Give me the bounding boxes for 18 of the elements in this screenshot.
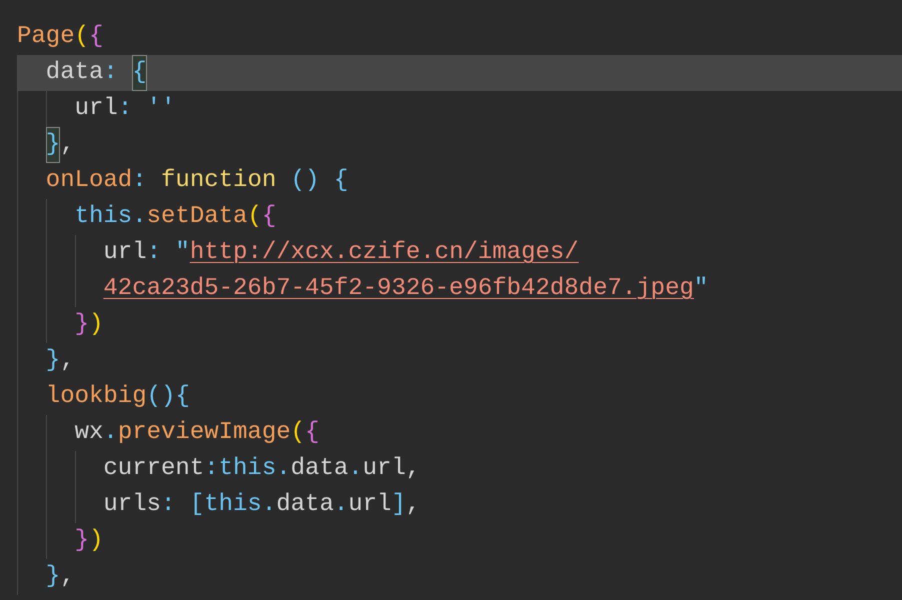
code-line: Page({ (17, 22, 104, 52)
code-text: data: (46, 58, 119, 88)
code-line: onLoad: function () { (46, 166, 348, 196)
matched-bracket: { (132, 55, 147, 91)
code-line: url: '' (74, 94, 176, 124)
code-line: }, (46, 346, 75, 376)
code-line: this.setData({ (74, 202, 276, 232)
code-line: 42ca23d5-26b7-45f2-9326-e96fb42d8de7.jpeg" (103, 274, 708, 304)
code-line: }) (74, 526, 104, 556)
code-line: }) (74, 310, 104, 340)
code-line: lookbig(){ (46, 382, 190, 412)
matched-bracket: } (46, 127, 60, 163)
code-line: url: "http://xcx.czife.cn/images/ (103, 238, 579, 268)
code-line: urls: [this.data.url], (103, 490, 420, 520)
code-line: wx.previewImage({ (74, 418, 320, 448)
code-line: current:this.data.url, (103, 454, 420, 484)
code-text: , (60, 130, 75, 160)
code-line: }, (46, 562, 75, 592)
